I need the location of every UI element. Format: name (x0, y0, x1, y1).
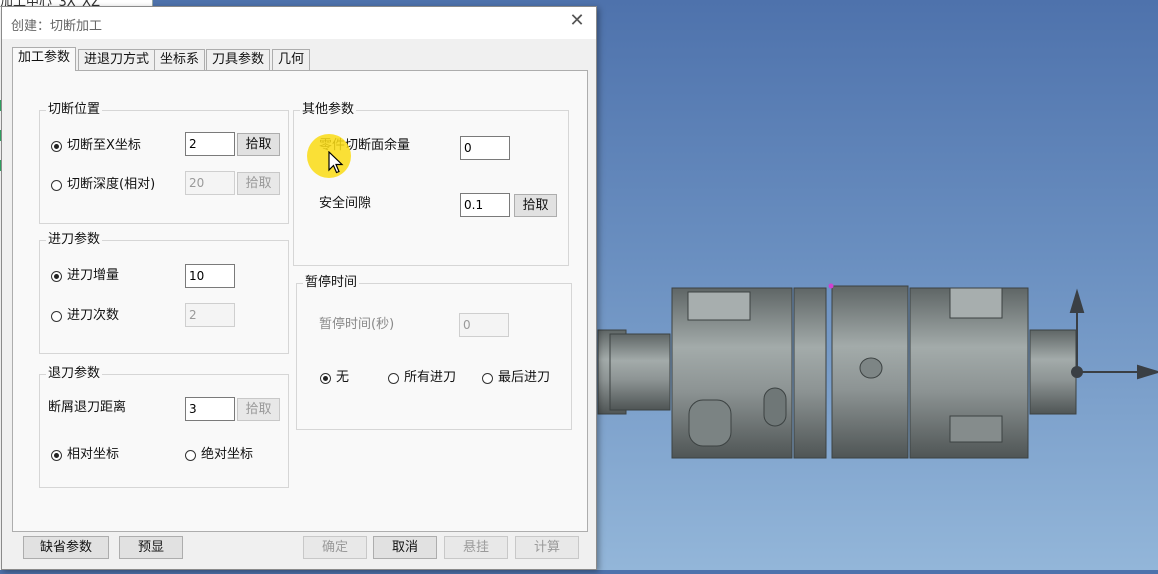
pick-point-marker (828, 283, 834, 289)
tab-geometry[interactable]: 几何 (272, 49, 311, 70)
cutoff-depth-input[interactable] (185, 171, 235, 195)
dwell-time-input[interactable] (459, 313, 509, 337)
part-model (597, 283, 1158, 459)
ok-button[interactable]: 确定 (303, 536, 367, 559)
clearance-label: 安全间隙 (319, 196, 372, 211)
feed-params-group: 进刀参数 进刀增量 进刀次数 (39, 232, 289, 354)
cutoff-x-input[interactable] (185, 132, 235, 156)
clearance-input[interactable] (460, 193, 510, 217)
group-title: 暂停时间 (303, 275, 360, 291)
shaft-body (597, 285, 1077, 459)
group-title: 切断位置 (46, 102, 103, 118)
retract-params-group: 退刀参数 断屑退刀距离 拾取 相对坐标 绝对坐标 (39, 366, 289, 488)
group-title: 退刀参数 (46, 366, 103, 382)
radio-label: 绝对坐标 (201, 447, 254, 462)
retract-distance-label: 断屑退刀距离 (48, 400, 127, 415)
radio-cutoff-depth[interactable] (51, 180, 62, 191)
dialog-title: 创建：切断加工 (11, 19, 103, 34)
radio-label: 所有进刀 (404, 370, 457, 385)
feed-increment-input[interactable] (185, 264, 235, 288)
radio-feed-increment[interactable] (51, 271, 62, 282)
radio-label: 切断至X坐标 (67, 138, 141, 153)
allowance-input[interactable] (460, 136, 510, 160)
other-params-group: 其他参数 零件切断面余量 安全间隙 拾取 (293, 102, 569, 266)
suspend-button[interactable]: 悬挂 (444, 536, 508, 559)
radio-dwell-none[interactable] (320, 373, 331, 384)
tab-approach-retract[interactable]: 进退刀方式 (78, 49, 156, 70)
mouse-pointer-icon (328, 151, 344, 174)
retract-distance-input[interactable] (185, 397, 235, 421)
cutoff-position-group: 切断位置 切断至X坐标 拾取 切断深度(相对) 拾取 (39, 102, 289, 224)
preview-button[interactable]: 预显 (119, 536, 183, 559)
radio-dwell-all-feeds[interactable] (388, 373, 399, 384)
close-icon[interactable]: ✕ (568, 12, 586, 30)
radio-label: 进刀次数 (67, 308, 120, 323)
machining-params-panel: 切断位置 切断至X坐标 拾取 切断深度(相对) 拾取 进刀参数 进刀增量 进刀次… (12, 70, 588, 532)
pick-clearance-button[interactable]: 拾取 (514, 194, 557, 217)
tab-machining-params[interactable]: 加工参数 (12, 47, 77, 71)
group-title: 其他参数 (300, 102, 357, 118)
tab-coordinate-system[interactable]: 坐标系 (154, 49, 206, 70)
cancel-button[interactable]: 取消 (373, 536, 437, 559)
defaults-button[interactable]: 缺省参数 (23, 536, 109, 559)
dwell-time-label: 暂停时间(秒) (319, 317, 395, 332)
pick-x-button[interactable]: 拾取 (237, 133, 280, 156)
radio-label: 无 (336, 370, 350, 385)
tab-tool-params[interactable]: 刀具参数 (206, 49, 271, 70)
radio-absolute-coords[interactable] (185, 450, 196, 461)
dialog-titlebar: 创建：切断加工 ✕ (2, 7, 596, 39)
radio-label: 最后进刀 (498, 370, 551, 385)
calculate-button[interactable]: 计算 (515, 536, 579, 559)
pick-depth-button[interactable]: 拾取 (237, 172, 280, 195)
coordinate-axes (1069, 288, 1158, 380)
radio-label: 切断深度(相对) (67, 177, 156, 192)
3d-viewport[interactable] (596, 0, 1158, 570)
feed-count-input[interactable] (185, 303, 235, 327)
cutoff-machining-dialog: 创建：切断加工 ✕ 加工参数 进退刀方式 坐标系 刀具参数 几何 切断位置 切断… (1, 6, 597, 570)
radio-cutoff-to-x[interactable] (51, 141, 62, 152)
dwell-time-group: 暂停时间 暂停时间(秒) 无 所有进刀 最后进刀 (296, 275, 572, 430)
radio-label: 进刀增量 (67, 268, 120, 283)
pick-retract-button[interactable]: 拾取 (237, 398, 280, 421)
radio-label: 相对坐标 (67, 447, 120, 462)
group-title: 进刀参数 (46, 232, 103, 248)
radio-feed-count[interactable] (51, 311, 62, 322)
radio-relative-coords[interactable] (51, 450, 62, 461)
radio-dwell-last-feed[interactable] (482, 373, 493, 384)
